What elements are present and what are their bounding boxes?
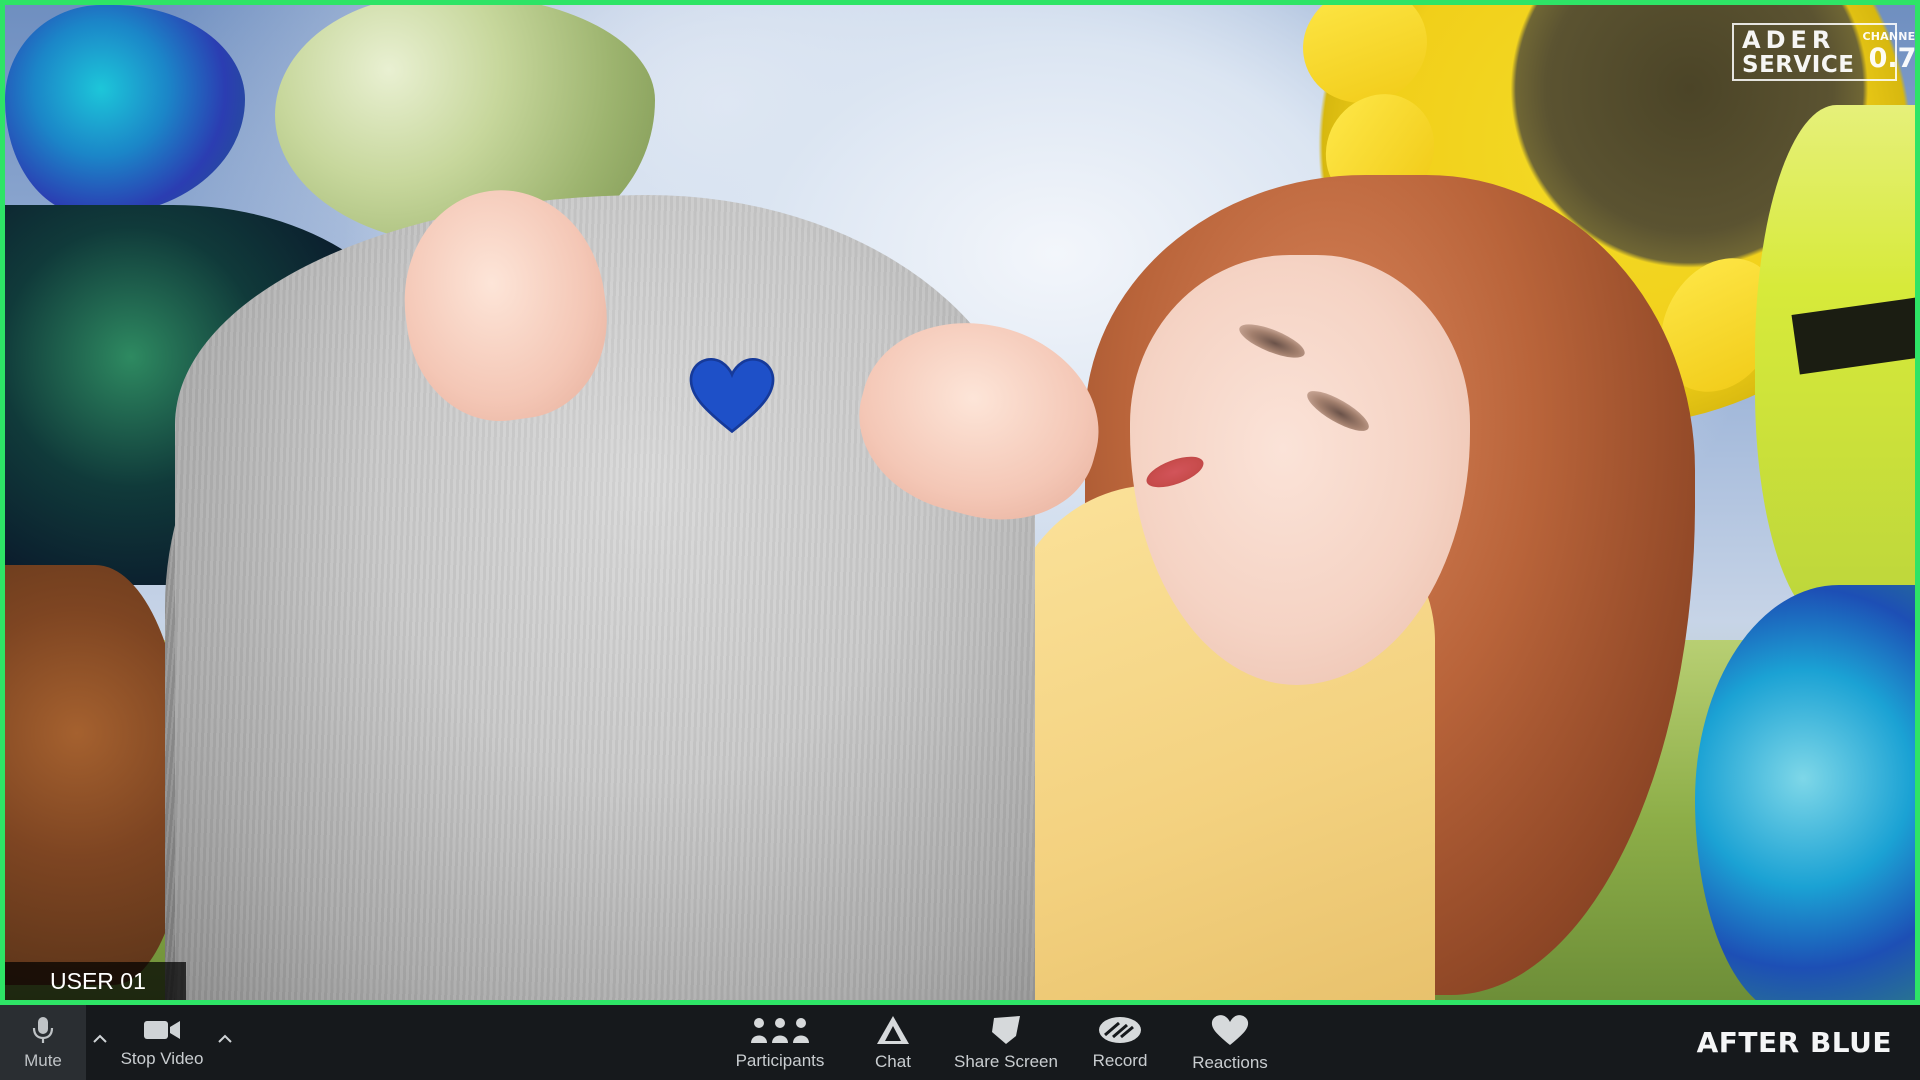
participants-icon: [751, 1017, 809, 1043]
video-options-caret[interactable]: [213, 1027, 237, 1051]
share-screen-button[interactable]: Share Screen: [950, 1005, 1062, 1080]
stop-video-button[interactable]: Stop Video: [112, 1005, 212, 1080]
reactions-label: Reactions: [1192, 1052, 1268, 1072]
participants-button[interactable]: Participants: [725, 1005, 835, 1080]
meeting-toolbar: Mute Stop Video Participants Chat Share …: [0, 1005, 1920, 1080]
lime-blob: [1755, 105, 1915, 625]
participants-label: Participants: [735, 1050, 825, 1070]
chat-label: Chat: [875, 1051, 911, 1071]
heart-logo-patch: [689, 358, 775, 434]
chat-button[interactable]: Chat: [855, 1005, 931, 1080]
share-screen-label: Share Screen: [954, 1051, 1058, 1071]
microphone-icon: [32, 1016, 54, 1043]
chevron-up-icon: [93, 1034, 107, 1043]
badge-wordmark: ADER SERVICE: [1742, 28, 1854, 77]
chat-icon: [877, 1015, 909, 1044]
participant-name-label: USER 01: [5, 962, 186, 1000]
brand-wordmark: AFTER BLUE: [1696, 1026, 1892, 1059]
stop-video-label: Stop Video: [120, 1048, 204, 1068]
active-speaker-video: ADER SERVICE CHANNEL 0.7 USER 01: [0, 0, 1920, 1005]
audio-options-caret[interactable]: [88, 1027, 112, 1051]
video-camera-icon: [144, 1020, 180, 1039]
chevron-up-icon: [218, 1034, 232, 1043]
badge-line1: ADER: [1742, 25, 1836, 54]
mute-label: Mute: [24, 1050, 62, 1070]
reactions-button[interactable]: Reactions: [1180, 1005, 1280, 1080]
record-icon: [1099, 1016, 1141, 1043]
badge-channel-label: CHANNEL: [1862, 30, 1920, 43]
heart-icon: [1211, 1014, 1249, 1045]
badge-channel: CHANNEL 0.7: [1862, 30, 1920, 74]
channel-badge: ADER SERVICE CHANNEL 0.7: [1732, 23, 1915, 81]
video-scene: ADER SERVICE CHANNEL 0.7 USER 01: [5, 5, 1915, 1000]
badge-line2: SERVICE: [1742, 51, 1855, 78]
mute-button[interactable]: Mute: [0, 1005, 86, 1080]
badge-channel-number: 0.7: [1868, 43, 1917, 74]
record-button[interactable]: Record: [1080, 1005, 1160, 1080]
brown-blob: [5, 565, 185, 985]
share-screen-icon: [992, 1015, 1020, 1044]
meeting-window: ADER SERVICE CHANNEL 0.7 USER 01 Mute St…: [0, 0, 1920, 1080]
record-label: Record: [1092, 1050, 1148, 1070]
